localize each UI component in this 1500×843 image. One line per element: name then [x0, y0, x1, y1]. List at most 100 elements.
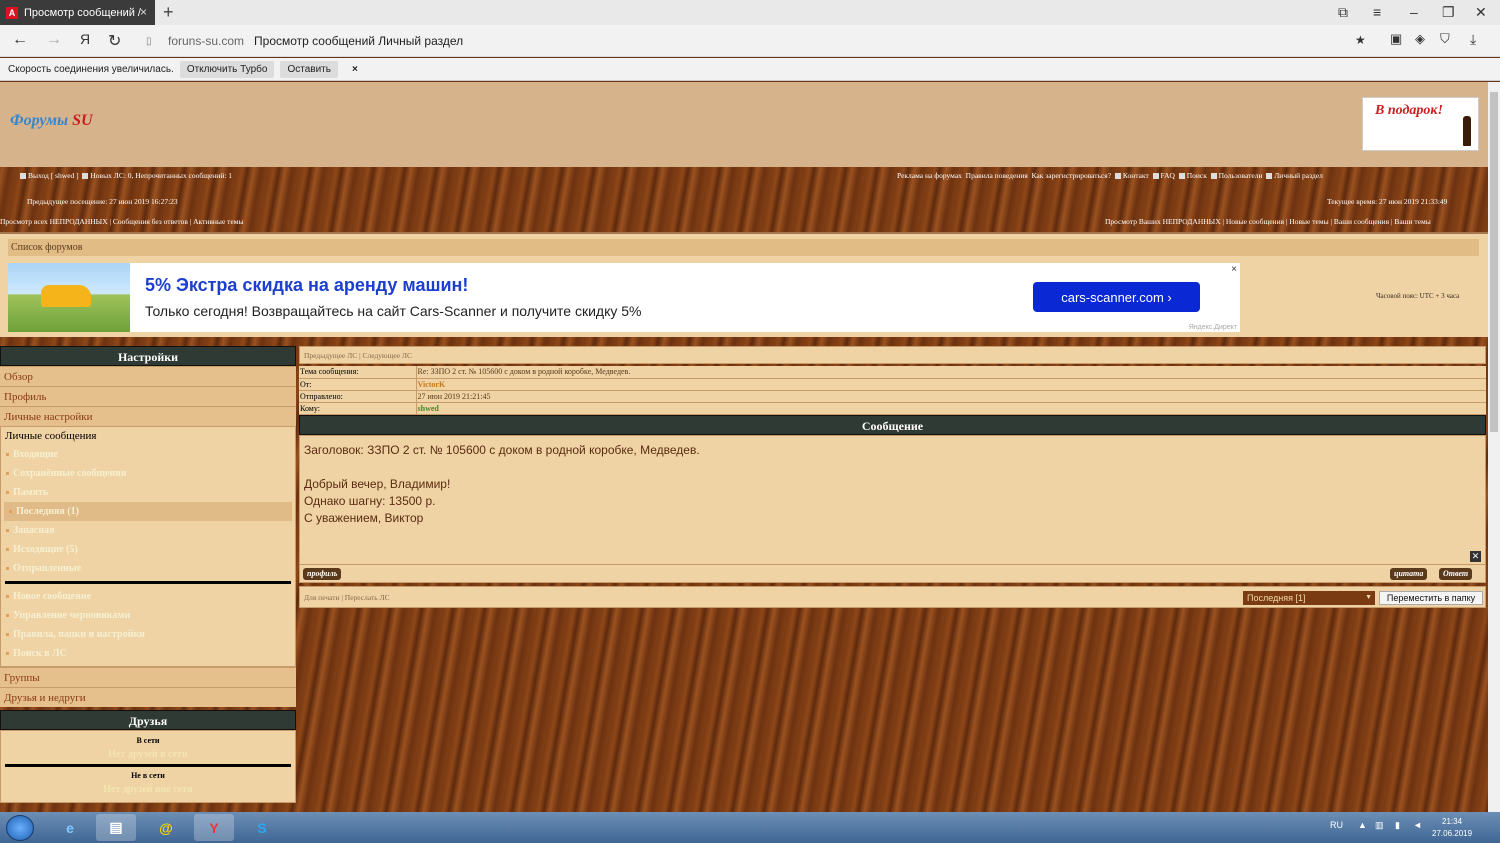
shield-icon[interactable]: ⛉ [1440, 31, 1450, 47]
mail-agent-icon[interactable]: @ [146, 814, 186, 841]
meta-to[interactable]: shwed [416, 402, 1486, 415]
pm-item-last[interactable]: Последняя (1) [4, 502, 292, 521]
forum-logo[interactable]: Форумы SU [10, 112, 93, 130]
logout-icon [20, 173, 26, 180]
meta-from[interactable]: VictorK [416, 378, 1486, 391]
new-tab-button[interactable]: + [163, 2, 174, 23]
nav-users-link[interactable]: Пользователи [1219, 171, 1263, 180]
ad-headline[interactable]: 5% Экстра скидка на аренду машин! [145, 275, 468, 296]
nav-search-link[interactable]: Поиск [1187, 171, 1207, 180]
clock-time: 21:34 [1442, 817, 1463, 826]
pm-item-sent[interactable]: Отправленные [1, 559, 295, 578]
tray-signal-icon[interactable]: ▮ [1395, 820, 1400, 831]
quote-button[interactable]: цитата [1390, 567, 1428, 580]
pm-item-search[interactable]: Поиск в ЛС [1, 644, 295, 663]
tray-arrow-icon[interactable]: ▲ [1358, 820, 1367, 830]
pm-item-saved[interactable]: Сохранённые сообщения [1, 464, 295, 483]
menu-icon[interactable]: ≡ [1373, 4, 1381, 20]
scrollbar-thumb[interactable] [1490, 92, 1498, 432]
forward-icon[interactable]: → [46, 31, 62, 49]
gift-banner[interactable]: В подарок! [1362, 97, 1479, 151]
extension-sync-icon[interactable]: ◈ [1415, 31, 1425, 47]
yandex-icon[interactable]: Я [80, 31, 90, 47]
right-quick-links[interactable]: Просмотр Ваших НЕПРОДАННЫХ | Новые сообщ… [1105, 217, 1431, 226]
explorer-icon[interactable]: ▤ [96, 814, 136, 841]
logout-link[interactable]: Выход [ shwed ] [28, 171, 79, 180]
message-panel: Предыдущее ЛС | Следующее ЛС Тема сообще… [299, 346, 1486, 608]
message-header: Сообщение [299, 414, 1486, 435]
tray-volume-icon[interactable]: ◄ [1413, 820, 1422, 830]
pm-item-backup[interactable]: Запасная [1, 521, 295, 540]
browser-tab[interactable]: A Просмотр сообщений / × [0, 0, 155, 25]
ad-close-icon[interactable]: × [1231, 264, 1237, 275]
sidebar-item-personal-settings[interactable]: Личные настройки [0, 406, 296, 426]
online-label: В сети [136, 736, 160, 745]
back-icon[interactable]: ← [12, 31, 28, 49]
pm-navigation[interactable]: Предыдущее ЛС | Следующее ЛС [299, 346, 1486, 364]
page-scrollbar[interactable] [1488, 82, 1500, 812]
nav-personal-link[interactable]: Личный раздел [1274, 171, 1323, 180]
clock-date: 27.06.2019 [1432, 829, 1473, 838]
skype-icon[interactable]: S [242, 814, 282, 841]
ad-source[interactable]: Яндекс.Директ [1189, 324, 1237, 331]
meta-row: Отправлено: 27 июн 2019 21:21:45 [299, 390, 1486, 403]
address-bar[interactable]: ▯ foruns-su.com Просмотр сообщений Личны… [140, 30, 1370, 52]
pm-item-rules[interactable]: Правила, папки и настройки [1, 625, 295, 644]
reply-button[interactable]: Ответ [1439, 567, 1473, 580]
nav-faq-link[interactable]: FAQ [1161, 171, 1175, 180]
download-icon[interactable]: ⤓ [1470, 31, 1476, 48]
clock[interactable]: 21:34 27.06.2019 [1432, 816, 1472, 840]
tray-lang[interactable]: RU [1330, 820, 1343, 830]
maximize-icon[interactable]: ❐ [1442, 4, 1455, 21]
meta-key: От: [299, 378, 417, 391]
nav-rules-link[interactable]: Правила поведения [966, 171, 1028, 180]
sidebar-item-groups[interactable]: Группы [0, 667, 296, 687]
infobar-close-icon[interactable]: × [352, 64, 358, 75]
turbo-off-button[interactable]: Отключить Турбо [179, 60, 275, 78]
pm-item-new-message[interactable]: Новое сообщение [1, 587, 295, 606]
ad-button[interactable]: cars-scanner.com › [1033, 282, 1200, 312]
new-pm-link[interactable]: Новых ЛС: 0, Непрочитанных сообщений: 1 [90, 171, 232, 180]
window-close-icon[interactable]: ✕ [1475, 4, 1487, 21]
message-footer: Для печати | Переслать ЛС Последняя [1] … [299, 585, 1486, 608]
bottle-icon [1463, 116, 1471, 146]
start-button-icon[interactable] [6, 815, 34, 841]
ie-icon[interactable]: e [50, 814, 90, 841]
pm-item-outbox[interactable]: Исходящие (5) [1, 540, 295, 559]
gift-text: В подарок! [1375, 103, 1443, 118]
pm-item-memory[interactable]: Память [1, 483, 295, 502]
pm-icon [82, 173, 89, 180]
pm-section: Личные сообщения Входящие Сохранённые со… [0, 426, 296, 667]
sidebar-item-profile[interactable]: Профиль [0, 386, 296, 406]
pm-item-inbox[interactable]: Входящие [1, 445, 295, 464]
nav-bar: ← → Я ↻ ▯ foruns-su.com Просмотр сообщен… [0, 25, 1500, 57]
logo-su: SU [72, 112, 93, 129]
sidebar-item-overview[interactable]: Обзор [0, 366, 296, 386]
forum-list-link[interactable]: Список форумов [8, 239, 1479, 256]
nav-register-link[interactable]: Как зарегистрироваться? [1032, 171, 1112, 180]
pm-item-drafts[interactable]: Управление черновиками [1, 606, 295, 625]
folder-select[interactable]: Последняя [1] [1243, 590, 1375, 605]
yandex-browser-icon[interactable]: Y [194, 814, 234, 841]
ad-banner[interactable]: 5% Экстра скидка на аренду машин! Только… [8, 263, 1240, 332]
profile-button[interactable]: профиль [303, 567, 342, 580]
left-quick-links[interactable]: Просмотр всех НЕПРОДАННЫХ | Сообщения бе… [0, 217, 244, 226]
bookmark-star-icon[interactable]: ★ [1355, 33, 1366, 47]
nav-ads-link[interactable]: Реклама на форумах [897, 171, 962, 180]
minimize-icon[interactable]: – [1410, 4, 1418, 20]
move-to-folder-button[interactable]: Переместить в папку [1379, 590, 1483, 605]
bookmarks-icon[interactable]: ⧉ [1338, 4, 1348, 21]
delete-icon[interactable]: ✕ [1470, 550, 1481, 562]
taskbar: e ▤ @ Y S RU ▲ ▥ ▮ ◄ 21:34 27.06.2019 [0, 812, 1500, 843]
tray-network-icon[interactable]: ▥ [1375, 820, 1384, 831]
reload-icon[interactable]: ↻ [108, 31, 121, 51]
nav-contact-link[interactable]: Контакт [1123, 171, 1149, 180]
footer-links[interactable]: Для печати | Переслать ЛС [304, 593, 390, 602]
tab-close-icon[interactable]: × [140, 5, 147, 19]
message-line: С уважением, Виктор [304, 510, 424, 525]
sidebar-item-friends[interactable]: Друзья и недруги [0, 687, 296, 707]
meta-row: От: VictorK [299, 378, 1486, 391]
turbo-keep-button[interactable]: Оставить [280, 60, 338, 78]
extension-camera-icon[interactable]: ▣ [1390, 31, 1402, 47]
personal-icon [1266, 173, 1273, 180]
